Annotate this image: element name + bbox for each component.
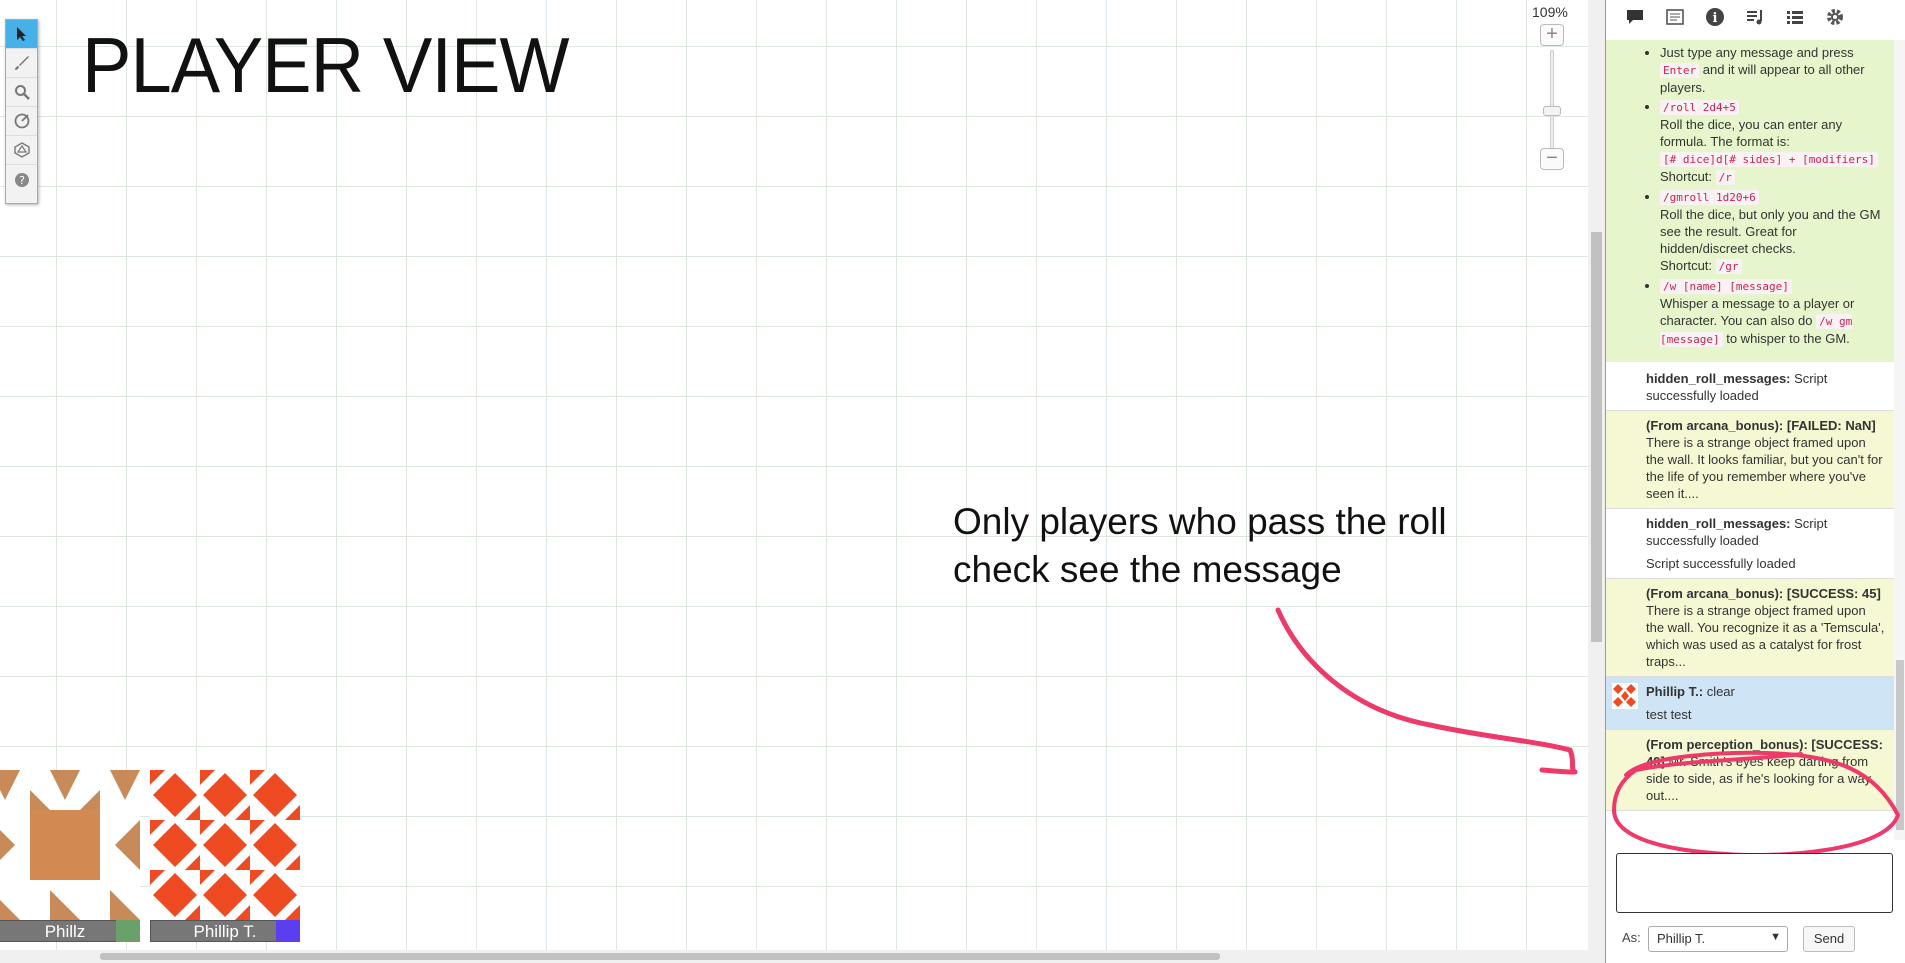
dice-icon[interactable] [6,136,37,165]
help-item: /roll 2d4+5 Roll the dice, you can enter … [1660,98,1886,186]
sidebar-panel: i Just type any message and press Enter … [1605,0,1905,963]
svg-text:i: i [1713,11,1718,26]
zoom-out-button[interactable]: − [1540,148,1564,170]
scroll-thumb[interactable] [100,953,1220,960]
chevron-down-icon: ▼ [1770,931,1781,943]
page-title: PLAYER VIEW [82,21,569,109]
message-sender: hidden_roll_messages: [1646,516,1791,531]
token-phillip[interactable]: Phillip T. [150,770,300,945]
chat-message: (From arcana_bonus): [SUCCESS: 45] There… [1606,579,1894,677]
message-sender: hidden_roll_messages: [1646,371,1791,386]
settings-icon[interactable] [1818,2,1852,32]
help-code: [# dice]d[# sides] + [modifiers] [1660,152,1878,167]
annotation-text: Only players who pass the roll check see… [953,501,1447,590]
chat-message: (From arcana_bonus): [FAILED: NaN] There… [1606,411,1894,509]
message-text: Script successfully loaded [1646,556,1796,571]
vertical-scrollbar[interactable] [1588,0,1605,963]
token-color [116,920,140,942]
roll-result: [SUCCESS: 45] [1786,586,1881,601]
zoom-icon[interactable] [6,78,37,107]
help-text: Just type any message and press [1660,45,1854,60]
help-message: Just type any message and press Enter an… [1606,40,1894,362]
avatar [1612,683,1638,709]
help-text: Roll the dice, you can enter any formula… [1660,117,1843,149]
music-icon[interactable] [1738,2,1772,32]
help-item: /w [name] [message]Whisper a message to … [1660,277,1886,348]
chat-log[interactable]: Just type any message and press Enter an… [1606,40,1894,840]
speaking-as-select[interactable]: Phillip T. ▼ [1648,926,1788,952]
list-icon[interactable] [1778,2,1812,32]
chat-message: hidden_roll_messages: Script successfull… [1606,509,1894,579]
brush-icon[interactable] [6,49,37,78]
help-code: Enter [1660,63,1700,78]
message-sender: (From arcana_bonus): [1646,586,1784,601]
help-text: to whisper to the GM. [1722,331,1850,346]
help-item: Just type any message and press Enter an… [1660,44,1886,96]
zoom-slider[interactable]: + − [1540,24,1564,174]
zoom-in-button[interactable]: + [1540,24,1564,46]
help-code: /w [name] [message] [1660,279,1792,294]
zoom-level: 109% [1532,4,1568,20]
token-color [276,920,300,942]
tabletop-canvas[interactable]: PLAYER VIEW ? 109% + − Only players who … [0,0,1590,963]
info-icon[interactable]: i [1698,2,1732,32]
message-text: There is a strange object framed upon th… [1646,603,1885,669]
select-value: Phillip T. [1657,931,1706,946]
token-art [0,770,140,920]
token-phillz[interactable]: Phillz [0,770,140,945]
help-text: Shortcut: [1660,258,1716,273]
roll-result: [FAILED: NaN] [1786,418,1876,433]
horizontal-scrollbar[interactable] [0,950,1588,963]
highlight-circle [1611,750,1901,858]
send-button[interactable]: Send [1803,926,1855,952]
zoom-handle[interactable] [1543,106,1561,116]
help-item: /gmroll 1d20+6 Roll the dice, but only yo… [1660,188,1886,275]
select-icon[interactable] [6,20,37,49]
chat-icon[interactable] [1618,2,1652,32]
message-sender: (From arcana_bonus): [1646,418,1784,433]
svg-text:?: ? [19,174,25,187]
message-sender: Phillip T.: [1646,684,1704,699]
help-text: Roll the dice, but only you and the GM s… [1660,207,1881,256]
scroll-thumb[interactable] [1591,232,1602,642]
annotation-arrow [1275,607,1578,775]
message-text: There is a strange object framed upon th… [1646,435,1883,501]
help-code: /r [1715,170,1735,185]
as-label: As: [1622,930,1641,945]
help-code: /roll 2d4+5 [1660,100,1739,115]
token-art [150,770,300,920]
help-text: Shortcut: [1660,169,1716,184]
measure-icon[interactable] [6,107,37,136]
zoom-track [1550,50,1554,150]
left-toolbar: ? [5,19,38,204]
message-text: clear [1706,684,1735,699]
chat-message: Phillip T.: clear test test [1606,677,1894,730]
message-text: test test [1646,707,1692,722]
chat-message: hidden_roll_messages: Script successfull… [1606,362,1894,411]
help-code: /gr [1715,259,1742,274]
chat-scrollbar[interactable] [1894,40,1905,840]
chat-input[interactable] [1616,853,1893,913]
sidebar-tabs: i [1606,0,1905,34]
journal-icon[interactable] [1658,2,1692,32]
help-icon[interactable]: ? [6,165,37,194]
help-code: /gmroll 1d20+6 [1660,190,1759,205]
